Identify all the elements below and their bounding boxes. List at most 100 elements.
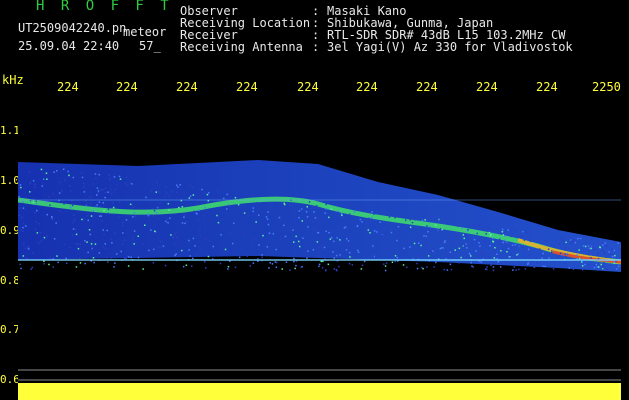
- antenna-label: Receiving Antenna: [180, 40, 303, 54]
- noise-speckle: [63, 203, 65, 205]
- noise-speckle: [501, 231, 504, 233]
- noise-speckle: [204, 238, 207, 240]
- noise-speckle: [316, 241, 319, 243]
- noise-speckle: [36, 232, 39, 234]
- noise-speckle: [489, 235, 492, 237]
- noise-speckle: [385, 247, 387, 249]
- noise-speckle: [318, 217, 321, 219]
- x-tick-label: 224: [57, 80, 79, 94]
- noise-speckle: [177, 186, 179, 188]
- noise-speckle: [293, 260, 295, 263]
- x-tick-label: 224: [356, 80, 378, 94]
- noise-speckle: [367, 229, 370, 231]
- y-tick-label: 0.8: [0, 274, 20, 287]
- noise-speckle: [497, 261, 499, 263]
- noise-speckle: [309, 241, 311, 243]
- noise-speckle: [98, 173, 101, 176]
- noise-speckle: [540, 243, 543, 245]
- detection-count: 57_: [139, 39, 161, 53]
- noise-speckle: [498, 240, 501, 243]
- noise-speckle: [588, 247, 591, 250]
- noise-speckle: [597, 257, 600, 260]
- noise-speckle: [191, 265, 193, 267]
- noise-speckle: [118, 216, 120, 218]
- noise-speckle: [467, 229, 469, 231]
- noise-speckle: [330, 231, 333, 234]
- noise-speckle: [165, 192, 168, 194]
- noise-speckle: [356, 225, 359, 227]
- noise-speckle: [604, 242, 606, 244]
- noise-speckle: [325, 269, 327, 272]
- noise-speckle: [542, 265, 544, 267]
- noise-speckle: [128, 256, 130, 258]
- noise-speckle: [75, 233, 78, 236]
- noise-speckle: [504, 239, 506, 241]
- noise-speckle: [514, 244, 517, 246]
- noise-speckle: [320, 260, 322, 263]
- noise-speckle: [170, 234, 172, 236]
- noise-speckle: [181, 222, 184, 224]
- noise-speckle: [100, 215, 102, 217]
- noise-speckle: [292, 229, 294, 231]
- noise-speckle: [165, 220, 167, 223]
- noise-speckle: [336, 237, 338, 239]
- noise-speckle: [589, 245, 591, 248]
- noise-speckle: [120, 250, 122, 253]
- noise-speckle: [426, 225, 428, 227]
- noise-speckle: [256, 202, 258, 204]
- noise-speckle: [457, 225, 459, 227]
- noise-speckle: [488, 256, 490, 258]
- noise-speckle: [67, 170, 69, 173]
- noise-speckle: [159, 240, 162, 243]
- noise-speckle: [568, 267, 570, 269]
- noise-speckle: [91, 246, 94, 249]
- noise-speckle: [513, 266, 516, 268]
- noise-speckle: [186, 221, 188, 223]
- noise-speckle: [199, 235, 202, 237]
- noise-speckle: [609, 254, 612, 256]
- noise-speckle: [45, 200, 48, 203]
- noise-speckle: [25, 225, 27, 227]
- noise-speckle: [293, 257, 295, 260]
- noise-speckle: [317, 230, 319, 232]
- noise-speckle: [614, 261, 616, 263]
- noise-speckle: [486, 268, 488, 271]
- noise-speckle: [295, 264, 297, 267]
- noise-speckle: [113, 176, 116, 178]
- noise-speckle: [125, 257, 127, 260]
- noise-speckle: [234, 266, 237, 269]
- noise-speckle: [209, 240, 211, 242]
- noise-speckle: [439, 247, 442, 250]
- noise-speckle: [35, 202, 38, 205]
- noise-speckle: [92, 257, 95, 259]
- noise-speckle: [321, 267, 324, 269]
- noise-speckle: [423, 231, 425, 233]
- noise-speckle: [348, 213, 351, 215]
- noise-speckle: [64, 243, 66, 246]
- noise-speckle: [388, 242, 390, 245]
- noise-speckle: [52, 266, 54, 268]
- noise-speckle: [182, 265, 185, 268]
- noise-speckle: [493, 249, 496, 251]
- noise-speckle: [217, 190, 219, 193]
- noise-speckle: [336, 269, 338, 272]
- noise-speckle: [524, 268, 527, 270]
- noise-speckle: [96, 194, 98, 196]
- noise-speckle: [89, 196, 92, 198]
- noise-speckle: [219, 262, 222, 265]
- noise-speckle: [391, 214, 393, 216]
- noise-speckle: [229, 231, 231, 234]
- noise-speckle: [84, 262, 86, 265]
- noise-speckle: [309, 205, 311, 207]
- noise-speckle: [109, 177, 111, 179]
- noise-speckle: [584, 245, 587, 248]
- noise-speckle: [565, 241, 567, 244]
- noise-speckle: [110, 238, 112, 240]
- noise-speckle: [155, 191, 157, 193]
- noise-speckle: [69, 190, 72, 192]
- noise-speckle: [104, 196, 106, 199]
- noise-speckle: [268, 232, 271, 234]
- noise-speckle: [19, 184, 22, 186]
- noise-speckle: [440, 228, 442, 230]
- noise-speckle: [363, 260, 366, 263]
